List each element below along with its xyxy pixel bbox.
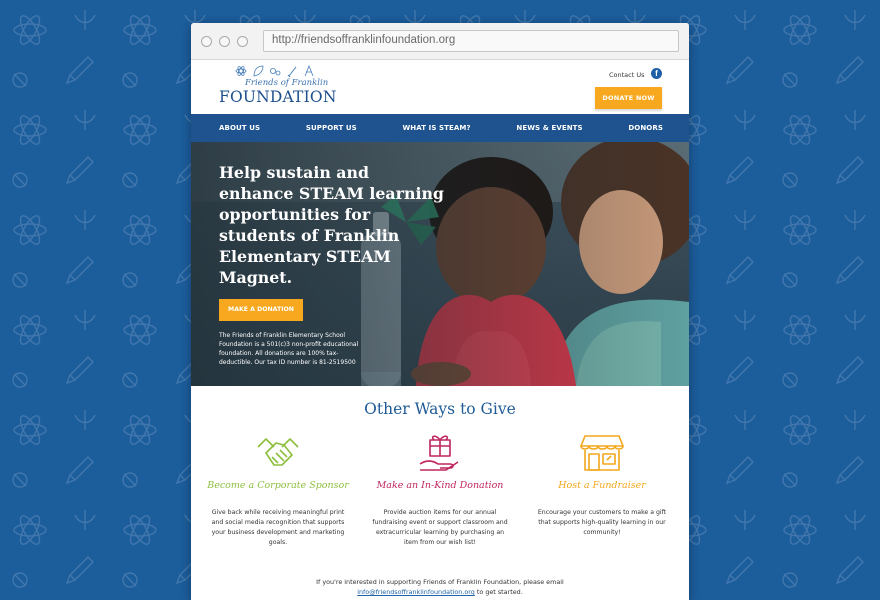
hero-banner: Help sustain and enhance STEAM learning …: [191, 142, 689, 386]
hero-headline: Help sustain and enhance STEAM learning …: [219, 163, 444, 287]
way-in-kind-donation: Make an In-Kind Donation Provide auction…: [363, 430, 517, 548]
way-title-corporate[interactable]: Become a Corporate Sponsor: [201, 480, 355, 504]
way-desc-fundraiser: Encourage your customers to make a gift …: [537, 509, 667, 536]
footer-text: If you're interested in supporting Frien…: [316, 578, 564, 586]
logo-icons: [235, 65, 344, 77]
site-logo[interactable]: Friends of Franklin FOUNDATION: [219, 65, 344, 106]
nav-support-us[interactable]: SUPPORT US: [306, 124, 357, 132]
compass-icon: [304, 65, 314, 77]
footer-suffix: to get started.: [476, 588, 523, 596]
gears-icon: [270, 68, 281, 76]
ways-to-give-list: Become a Corporate Sponsor Give back whi…: [191, 430, 689, 548]
hero-tax-info: The Friends of Franklin Elementary Schoo…: [219, 332, 359, 366]
browser-window: http://friendsoffranklinfoundation.org F…: [191, 23, 689, 600]
gift-hand-icon[interactable]: [416, 432, 464, 474]
way-corporate-sponsor: Become a Corporate Sponsor Give back whi…: [201, 430, 355, 548]
ways-to-give-title: Other Ways to Give: [364, 400, 516, 418]
handshake-icon[interactable]: [254, 433, 302, 473]
address-bar[interactable]: http://friendsoffranklinfoundation.org: [263, 30, 679, 52]
nav-about-us[interactable]: ABOUT US: [219, 124, 260, 132]
way-desc-in-kind: Provide auction items for our annual fun…: [372, 509, 508, 546]
contact-us-link[interactable]: Contact Us: [609, 71, 645, 79]
window-minimize-button[interactable]: [219, 36, 230, 47]
way-host-fundraiser: Host a Fundraiser Encourage your custome…: [525, 430, 679, 548]
footer-contact-note: If you're interested in supporting Frien…: [191, 577, 689, 597]
way-title-in-kind[interactable]: Make an In-Kind Donation: [363, 480, 517, 504]
logo-tagline: Friends of Franklin: [245, 78, 329, 88]
nav-what-is-steam[interactable]: WHAT IS STEAM?: [402, 124, 470, 132]
footer-email-link[interactable]: info@friendsoffranklinfoundation.org: [357, 588, 475, 596]
make-donation-button[interactable]: MAKE A DONATION: [219, 299, 303, 321]
way-title-fundraiser[interactable]: Host a Fundraiser: [525, 480, 679, 504]
site-header: Friends of Franklin FOUNDATION Contact U…: [191, 60, 689, 114]
window-close-button[interactable]: [201, 36, 212, 47]
storefront-icon[interactable]: [579, 432, 625, 474]
main-nav: ABOUT US SUPPORT US WHAT IS STEAM? NEWS …: [191, 114, 689, 142]
brush-icon: [287, 66, 297, 77]
nav-news-events[interactable]: NEWS & EVENTS: [516, 124, 582, 132]
way-desc-corporate: Give back while receiving meaningful pri…: [211, 509, 345, 546]
leaf-icon: [253, 65, 264, 77]
facebook-icon[interactable]: f: [651, 68, 662, 79]
atom-icon: [235, 66, 247, 76]
nav-donors[interactable]: DONORS: [628, 124, 663, 132]
logo-wordmark: FOUNDATION: [219, 88, 337, 106]
donate-now-button[interactable]: DONATE NOW: [595, 87, 662, 109]
browser-toolbar: http://friendsoffranklinfoundation.org: [191, 23, 689, 60]
window-maximize-button[interactable]: [237, 36, 248, 47]
